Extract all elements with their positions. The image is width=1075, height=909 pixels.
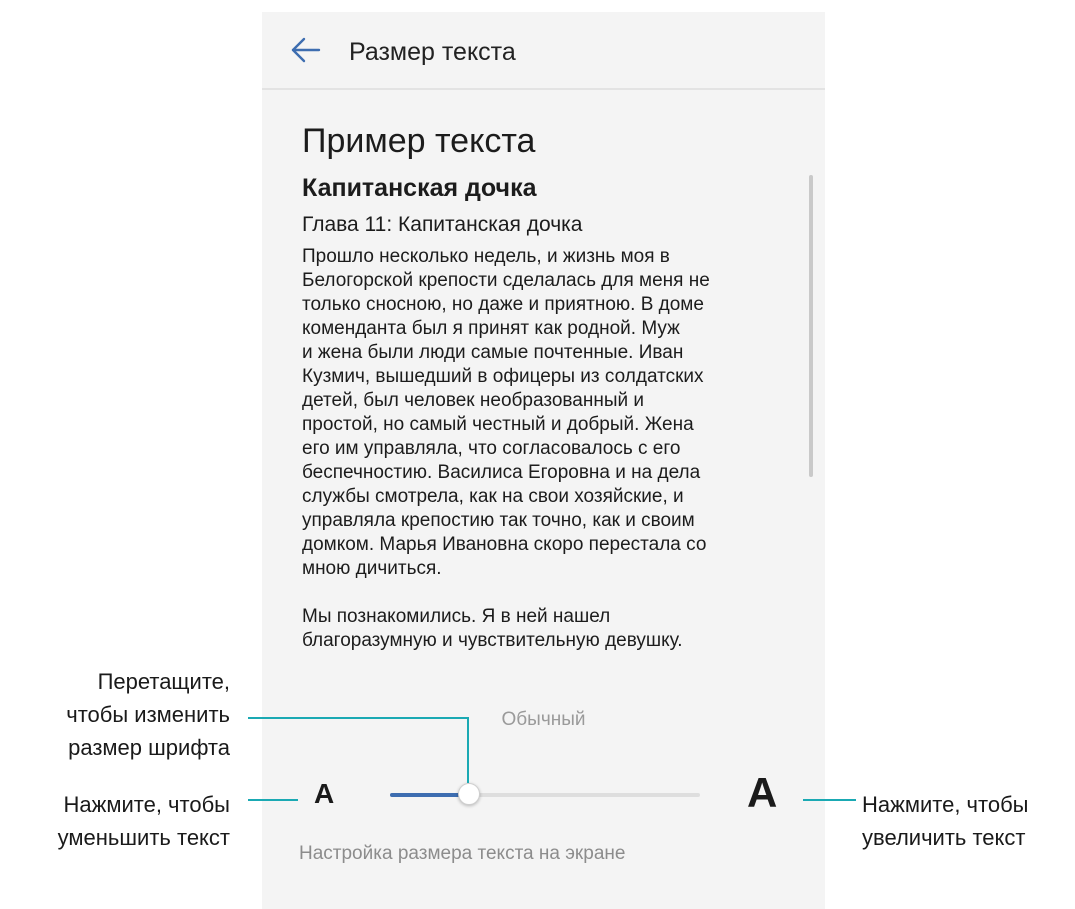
decrease-text-button[interactable]: A	[314, 778, 334, 810]
arrow-left-icon	[291, 37, 321, 63]
preview-line: детей, был человек необразованный и	[302, 390, 644, 411]
size-value-label: Обычный	[501, 709, 586, 730]
preview-line: Прошло несколько недель, и жизнь моя в	[302, 246, 670, 267]
preview-line: мною дичиться.	[302, 558, 442, 579]
preview-line: Белогорской крепости сделалась для меня …	[302, 270, 710, 291]
preview-line: коменданта был я принят как родной. Муж	[302, 318, 680, 339]
callout-line: размер шрифта	[68, 735, 230, 760]
preview-line: домком. Марья Ивановна скоро перестала с…	[302, 534, 707, 555]
phone-screen: Размер текста Пример текста Капитанская …	[262, 12, 825, 909]
app-bar: Размер текста	[262, 12, 825, 88]
preview-line: его им управляла, что согласовалось с ег…	[302, 438, 681, 459]
preview-body: Прошло несколько недель, и жизнь моя в Б…	[302, 245, 710, 653]
preview-book-title: Капитанская дочка	[302, 174, 537, 202]
callout-line: Нажмите, чтобы	[862, 792, 1029, 817]
callout-line: Перетащите,	[97, 669, 230, 694]
footer-label: Настройка размера текста на экране	[299, 843, 626, 864]
page-title: Размер текста	[349, 38, 516, 66]
slider-thumb[interactable]	[458, 783, 480, 805]
preview-scrollbar[interactable]	[809, 175, 813, 477]
callout-line: увеличить текст	[862, 825, 1026, 850]
preview-chapter: Глава 11: Капитанская дочка	[302, 213, 583, 236]
preview-line: Кузмич, вышедший в офицеры из солдатских	[302, 366, 704, 387]
preview-line: службы смотрела, как на свои хозяйские, …	[302, 486, 684, 507]
callout-line: уменьшить текст	[57, 825, 230, 850]
callout-line: Нажмите, чтобы	[63, 792, 230, 817]
text-preview[interactable]: Пример текста Капитанская дочка Глава 11…	[262, 90, 825, 668]
preview-line: Мы познакомились. Я в ней нашел	[302, 606, 611, 627]
text-size-slider[interactable]	[390, 782, 700, 808]
preview-heading: Пример текста	[302, 122, 536, 160]
preview-line: благоразумную и чувствительную девушку.	[302, 630, 683, 651]
preview-line: беспечностию. Василиса Егоровна и на дел…	[302, 462, 701, 483]
preview-line: и жена были люди самые почтенные. Иван	[302, 342, 684, 363]
preview-line: простой, но самый честный и добрый. Жена	[302, 414, 694, 435]
increase-text-button[interactable]: A	[747, 769, 777, 817]
preview-line: только сносною, но даже и приятною. В до…	[302, 294, 704, 315]
callout-line: чтобы изменить	[66, 702, 230, 727]
slider-fill	[390, 793, 468, 797]
callout-decrease-text: Нажмите, чтобы уменьшить текст	[0, 788, 230, 854]
preview-line: управляла крепостию так точно, как и сво…	[302, 510, 695, 531]
callout-drag-to-resize: Перетащите, чтобы изменить размер шрифта	[0, 665, 230, 764]
back-button[interactable]	[287, 34, 327, 66]
callout-increase-text: Нажмите, чтобы увеличить текст	[862, 788, 1075, 854]
